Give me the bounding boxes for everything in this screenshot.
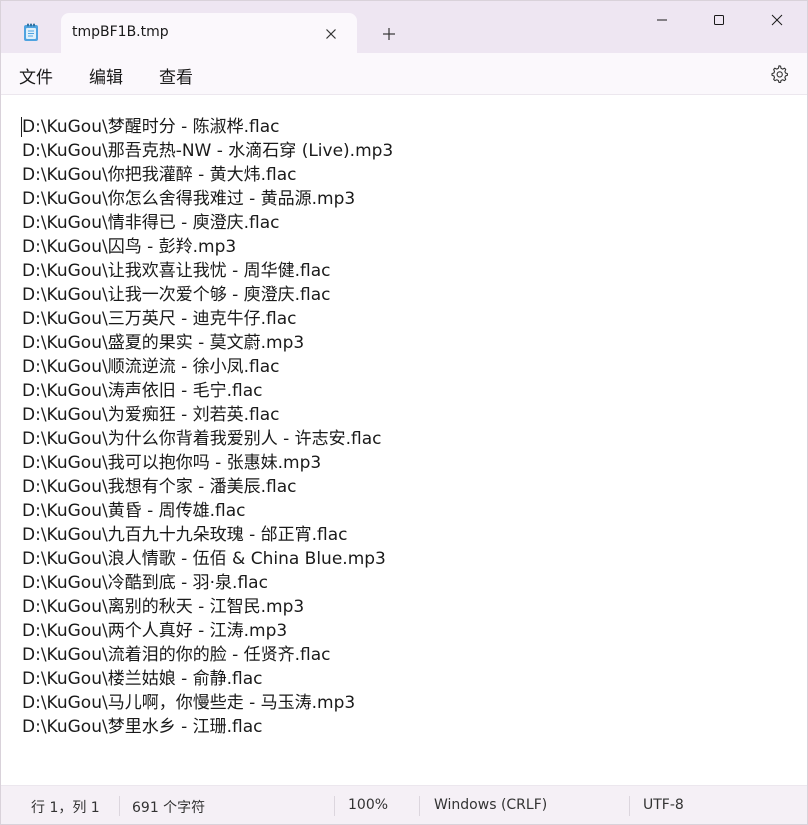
editor-line: D:\KuGou\楼兰姑娘 - 俞静.flac: [22, 669, 263, 689]
status-divider: [629, 796, 630, 816]
editor-line: D:\KuGou\顺流逆流 - 徐小凤.flac: [22, 357, 280, 377]
editor-line: D:\KuGou\囚鸟 - 彭羚.mp3: [22, 237, 237, 257]
editor-line: D:\KuGou\为爱痴狂 - 刘若英.flac: [22, 405, 280, 425]
editor-line: D:\KuGou\我可以抱你吗 - 张惠妹.mp3: [22, 453, 322, 473]
status-divider: [419, 796, 420, 816]
editor-line: D:\KuGou\你怎么舍得我难过 - 黄品源.mp3: [22, 189, 356, 209]
editor-lines: D:\KuGou\梦醒时分 - 陈淑桦.flac D:\KuGou\那吾克热-N…: [22, 115, 393, 739]
maximize-icon: [714, 15, 724, 25]
gear-icon: [771, 65, 788, 83]
editor-line: D:\KuGou\离别的秋天 - 江智民.mp3: [22, 597, 305, 617]
tab-close-icon[interactable]: [319, 22, 343, 46]
text-editor[interactable]: D:\KuGou\梦醒时分 - 陈淑桦.flac D:\KuGou\那吾克热-N…: [1, 95, 807, 785]
editor-line: D:\KuGou\三万英尺 - 迪克牛仔.flac: [22, 309, 297, 329]
editor-line: D:\KuGou\冷酷到底 - 羽·泉.flac: [22, 573, 268, 593]
status-cursor-position: 行 1，列 1: [31, 800, 100, 816]
editor-line: D:\KuGou\盛夏的果实 - 莫文蔚.mp3: [22, 333, 305, 353]
editor-line: D:\KuGou\浪人情歌 - 伍佰 & China Blue.mp3: [22, 549, 386, 569]
editor-line: D:\KuGou\涛声依旧 - 毛宁.flac: [22, 381, 263, 401]
editor-line: D:\KuGou\流着泪的你的脸 - 任贤齐.flac: [22, 645, 331, 665]
editor-line: D:\KuGou\两个人真好 - 江涛.mp3: [22, 621, 288, 641]
editor-line: D:\KuGou\让我一次爱个够 - 庾澄庆.flac: [22, 285, 331, 305]
editor-line: D:\KuGou\那吾克热-NW - 水滴石穿 (Live).mp3: [22, 141, 394, 161]
editor-line: D:\KuGou\马儿啊，你慢些走 - 马玉涛.mp3: [22, 693, 356, 713]
menu-view[interactable]: 查看: [159, 63, 193, 88]
new-tab-plus-icon[interactable]: [375, 21, 403, 47]
status-divider: [334, 796, 335, 816]
notepad-window: tmpBF1B.tmp 文件 编辑 查看 D:\KuGou\梦醒时分 - 陈淑桦…: [0, 0, 808, 825]
status-line-ending[interactable]: Windows (CRLF): [434, 797, 547, 813]
editor-line: D:\KuGou\你把我灌醉 - 黄大炜.flac: [22, 165, 297, 185]
editor-line: D:\KuGou\梦里水乡 - 江珊.flac: [22, 717, 263, 737]
maximize-button[interactable]: [689, 1, 749, 39]
minimize-icon: [657, 19, 667, 21]
status-zoom[interactable]: 100%: [348, 797, 388, 813]
status-bar: 行 1，列 1 691 个字符 100% Windows (CRLF) UTF-…: [1, 785, 807, 824]
menu-bar: 文件 编辑 查看: [1, 53, 807, 95]
tab-title: tmpBF1B.tmp: [72, 24, 169, 40]
menu-file[interactable]: 文件: [19, 63, 53, 88]
editor-line: D:\KuGou\梦醒时分 - 陈淑桦.flac: [22, 117, 280, 137]
tab-document[interactable]: tmpBF1B.tmp: [61, 13, 357, 54]
editor-line: D:\KuGou\情非得已 - 庾澄庆.flac: [22, 213, 280, 233]
editor-line: D:\KuGou\九百九十九朵玫瑰 - 邰正宵.flac: [22, 525, 348, 545]
status-char-count: 691 个字符: [132, 800, 206, 816]
editor-line: D:\KuGou\让我欢喜让我忧 - 周华健.flac: [22, 261, 331, 281]
close-icon: [771, 14, 783, 26]
settings-button[interactable]: [767, 62, 791, 86]
menu-edit[interactable]: 编辑: [89, 63, 123, 88]
close-window-button[interactable]: [747, 1, 807, 39]
notepad-icon: [23, 23, 39, 42]
minimize-button[interactable]: [632, 1, 692, 39]
title-bar: tmpBF1B.tmp: [1, 1, 807, 54]
editor-line: D:\KuGou\为什么你背着我爱别人 - 许志安.flac: [22, 429, 382, 449]
status-divider: [119, 796, 120, 816]
status-encoding[interactable]: UTF-8: [643, 797, 684, 813]
editor-line: D:\KuGou\我想有个家 - 潘美辰.flac: [22, 477, 297, 497]
editor-line: D:\KuGou\黄昏 - 周传雄.flac: [22, 501, 246, 521]
